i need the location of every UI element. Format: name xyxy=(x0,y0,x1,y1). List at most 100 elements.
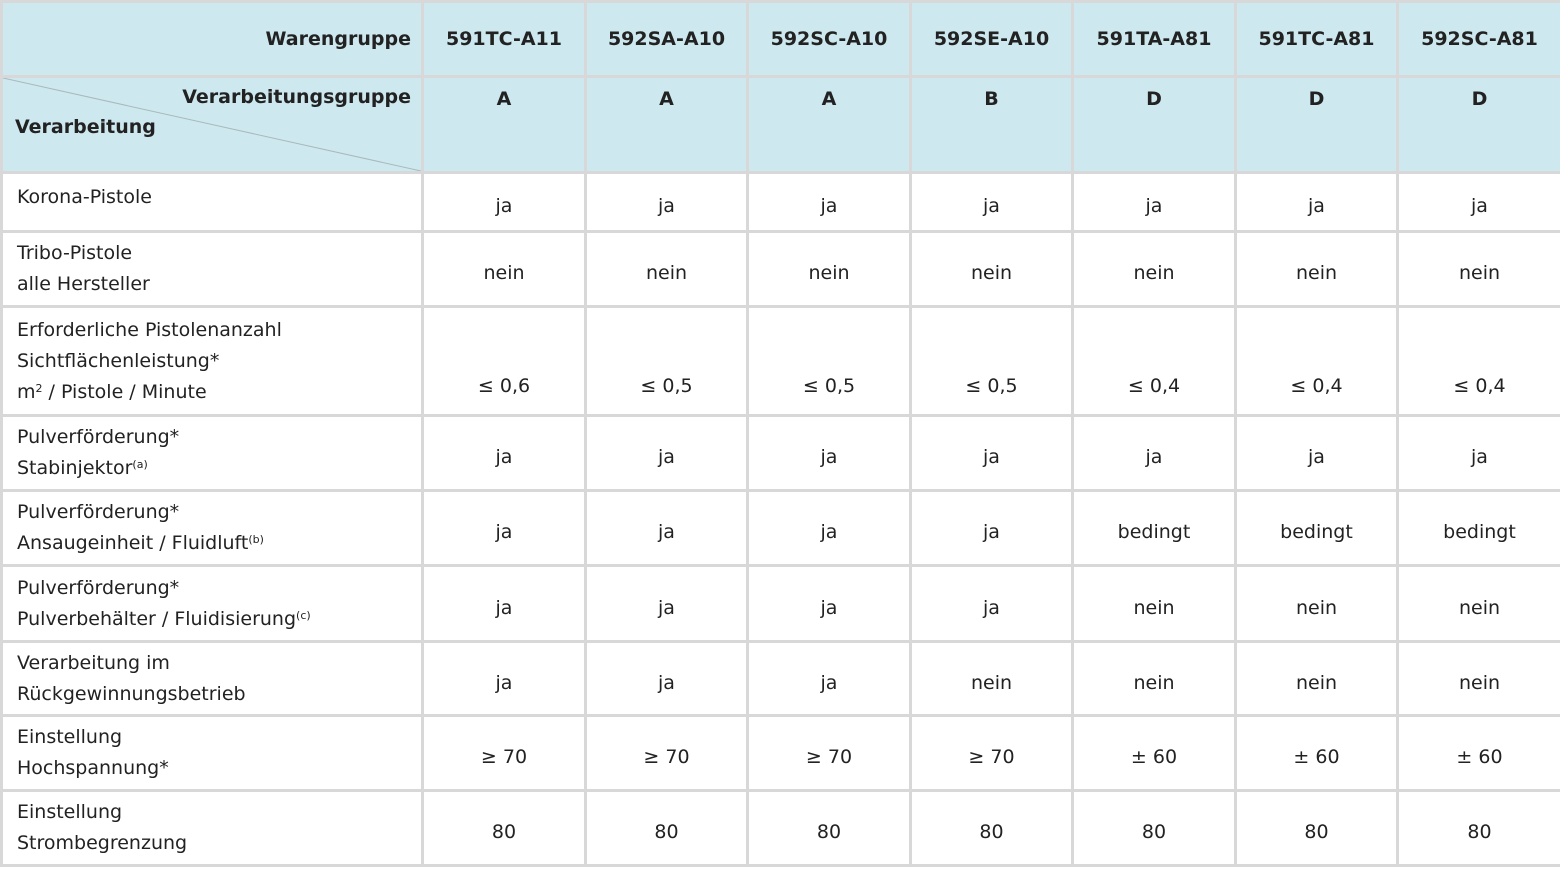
value-cell: ja xyxy=(421,414,587,492)
value-cell: ≥ 70 xyxy=(909,714,1074,792)
value-cell: ja xyxy=(909,564,1074,643)
row-label: Pulverförderung* Ansaugeinheit / Fluidluf… xyxy=(0,489,424,567)
value-cell: 80 xyxy=(1396,789,1560,867)
label-text: Pulverförderung* xyxy=(17,426,180,448)
product-table: Warengruppe 591TC-A11 592SA-A10 592SC-A10 5… xyxy=(0,0,1560,867)
footnote-marker: 2 xyxy=(35,381,43,395)
value-cell: ja xyxy=(746,564,912,643)
label-text: Verarbeitung im xyxy=(17,651,170,674)
value-cell: ja xyxy=(584,489,749,567)
table-row: Erforderliche Pistolenanzahl Sichtflächen… xyxy=(0,305,1560,417)
row-label-line: Stabinjektor(a) xyxy=(17,453,421,484)
label-text: / Pistole / Minute xyxy=(42,380,207,403)
column-code: 592SC-A10 xyxy=(746,0,912,78)
value-cell: bedingt xyxy=(1071,489,1237,567)
label-text: Korona-Pistole xyxy=(17,186,152,208)
value-cell: 80 xyxy=(584,789,749,867)
column-code: 591TA-A81 xyxy=(1071,0,1237,78)
value-cell: ≤ 0,4 xyxy=(1071,305,1237,417)
value-cell: nein xyxy=(1071,230,1237,308)
value-cell: nein xyxy=(1396,564,1560,643)
value-cell: ja xyxy=(1234,171,1399,233)
table-row: Pulverförderung* Ansaugeinheit / Fluidluf… xyxy=(0,489,1560,567)
value-cell: nein xyxy=(1071,640,1237,717)
label-text: Pulverförderung* xyxy=(17,576,180,599)
header-row-verarbeitungsgruppe: Verarbeitungsgruppe Verarbeitung AAABDDD xyxy=(0,75,1560,174)
row-label: Pulverförderung* Stabinjektor(a) xyxy=(0,414,424,492)
value-cell: ja xyxy=(746,489,912,567)
label-text: Strombegrenzung xyxy=(17,832,188,854)
value-cell: bedingt xyxy=(1234,489,1399,567)
column-group: D xyxy=(1071,75,1237,174)
value-cell: nein xyxy=(1396,230,1560,308)
value-cell: nein xyxy=(1396,640,1560,717)
label-text: Stabinjektor xyxy=(17,457,133,479)
value-cell: ja xyxy=(909,171,1074,233)
label-text: Tribo-Pistole xyxy=(17,242,133,264)
value-cell: nein xyxy=(909,230,1074,308)
value-cell: 80 xyxy=(909,789,1074,867)
row-label-line: Rückgewinnungsbetrieb xyxy=(17,679,421,710)
row-label: Einstellung Hochspannung* xyxy=(0,714,424,792)
value-cell: ≤ 0,4 xyxy=(1396,305,1560,417)
row-label-line: Pulverförderung* xyxy=(17,573,421,604)
footnote-marker: (b) xyxy=(248,533,264,546)
column-code: 592SC-A81 xyxy=(1396,0,1560,78)
value-cell: ± 60 xyxy=(1396,714,1560,792)
label-text: Einstellung xyxy=(17,726,123,748)
row-label: Erforderliche Pistolenanzahl Sichtflächen… xyxy=(0,305,424,417)
row-label-line: Sichtflächenleistung* xyxy=(17,346,421,377)
value-cell: ≥ 70 xyxy=(746,714,912,792)
value-cell: nein xyxy=(1234,230,1399,308)
row-label-line: Korona-Pistole xyxy=(17,182,421,213)
column-code: 591TC-A11 xyxy=(421,0,587,78)
value-cell: ja xyxy=(746,171,912,233)
value-cell: 80 xyxy=(746,789,912,867)
value-cell: nein xyxy=(1234,640,1399,717)
value-cell: ja xyxy=(584,640,749,717)
footnote-marker: (a) xyxy=(132,458,148,471)
row-label: Pulverförderung* Pulverbehälter / Fluidis… xyxy=(0,564,424,643)
footnote-marker: (c) xyxy=(296,608,311,622)
value-cell: ≤ 0,5 xyxy=(746,305,912,417)
row-label-line: Einstellung xyxy=(17,797,421,828)
table-row: Korona-Pistole ja ja ja ja ja ja ja xyxy=(0,171,1560,233)
value-cell: ja xyxy=(746,640,912,717)
value-cell: nein xyxy=(909,640,1074,717)
row-label-line: Strombegrenzung xyxy=(17,828,421,859)
column-group: A xyxy=(584,75,749,174)
value-cell: ≥ 70 xyxy=(584,714,749,792)
row-label: Verarbeitung im Rückgewinnungsbetrieb xyxy=(0,640,424,717)
value-cell: ja xyxy=(584,171,749,233)
value-cell: ≥ 70 xyxy=(421,714,587,792)
value-cell: nein xyxy=(1071,564,1237,643)
value-cell: nein xyxy=(421,230,587,308)
table-row: Einstellung Hochspannung* ≥ 70 ≥ 70 ≥ 70 ≥ 70… xyxy=(0,714,1560,792)
label-text: Pulverförderung* xyxy=(17,501,180,523)
row-label: Einstellung Strombegrenzung xyxy=(0,789,424,867)
table-row: Pulverförderung* Pulverbehälter / Fluidis… xyxy=(0,564,1560,643)
header-row-warengruppe: Warengruppe 591TC-A11 592SA-A10 592SC-A10 5… xyxy=(0,0,1560,78)
table-row: Einstellung Strombegrenzung 80 80 80 80 80 80 80 xyxy=(0,789,1560,867)
value-cell: ja xyxy=(1234,414,1399,492)
column-group: A xyxy=(746,75,912,174)
value-cell: ja xyxy=(1396,414,1560,492)
value-cell: ja xyxy=(1071,414,1237,492)
row-label-line: Pulverförderung* xyxy=(17,497,421,528)
column-code: 592SE-A10 xyxy=(909,0,1074,78)
value-cell: ja xyxy=(746,414,912,492)
label-text: Rückgewinnungsbetrieb xyxy=(17,682,246,705)
value-cell: ja xyxy=(421,564,587,643)
value-cell: 80 xyxy=(1071,789,1237,867)
label-text: Pulverbehälter / Fluidisierung xyxy=(17,607,297,630)
value-cell: ± 60 xyxy=(1234,714,1399,792)
value-cell: ja xyxy=(421,171,587,233)
value-cell: 80 xyxy=(421,789,587,867)
verarbeitung-label: Verarbeitung xyxy=(15,116,156,138)
label-text: Einstellung xyxy=(17,801,123,823)
row-label-line: Hochspannung* xyxy=(17,753,421,784)
label-text: m xyxy=(17,380,36,403)
column-group: A xyxy=(421,75,587,174)
table-row: Pulverförderung* Stabinjektor(a) ja ja ja ja j… xyxy=(0,414,1560,492)
label-text: alle Hersteller xyxy=(17,273,150,295)
